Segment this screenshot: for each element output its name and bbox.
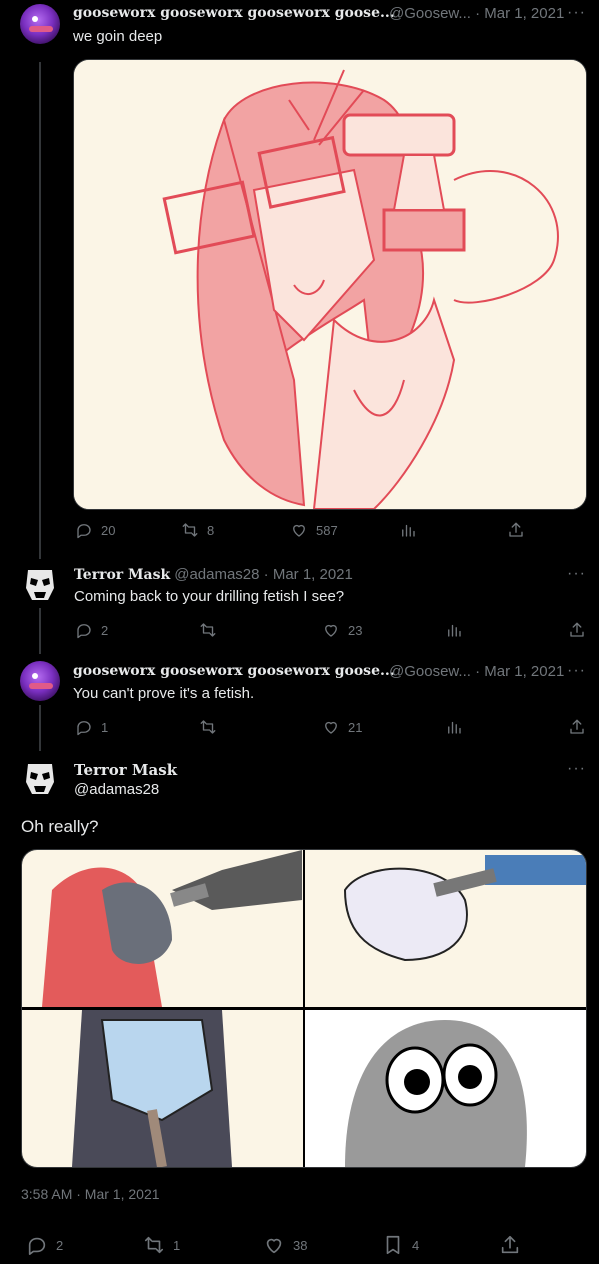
reply-button[interactable]: 20 [75,521,115,539]
share-icon [570,622,584,637]
tweet-meta: @Goosew... · Mar 1, 2021 [389,5,564,22]
avatar-mouth [29,683,53,689]
display-name[interactable]: gooseworx gooseworx gooseworx goose... [73,5,395,21]
like-icon [293,524,305,537]
drawing-red-hair [22,850,303,1007]
more-icon[interactable]: ··· [567,760,586,778]
timestamp[interactable]: 3:58 AM · Mar 1, 2021 [21,1186,160,1202]
display-name[interactable]: gooseworx gooseworx gooseworx goose... [73,663,395,679]
like-count: 587 [316,522,338,538]
reply-button[interactable]: 2 [26,1234,63,1256]
like-icon [325,721,337,734]
tweet-text: You can't prove it's a fetish. [73,685,255,702]
avatar[interactable] [20,564,60,604]
tweet-text: Coming back to your drilling fetish I se… [74,588,345,605]
grid-image-4[interactable] [305,1010,586,1167]
handle-date[interactable]: @Goosew... · Mar 1, 2021 [389,5,564,22]
grid-image-3[interactable] [22,1010,303,1167]
retweet-count: 1 [173,1237,181,1253]
reply-button[interactable]: 2 [75,621,108,639]
views-button[interactable] [445,718,463,736]
skull-mask-icon [26,570,54,600]
handle[interactable]: @adamas28 [74,781,159,798]
views-button[interactable] [399,521,417,539]
avatar[interactable] [20,661,60,701]
skull-mask-icon [26,764,54,794]
drawing-dark-hair [22,1010,303,1167]
retweet-button[interactable]: 8 [181,521,214,539]
share-button[interactable] [568,718,586,736]
more-icon[interactable]: ··· [567,662,586,680]
tweet-header: gooseworx gooseworx gooseworx goose... [73,5,395,21]
grid-image-2[interactable] [305,850,586,1007]
bookmark-icon [386,1235,400,1255]
more-icon[interactable]: ··· [567,565,586,583]
like-icon [266,1238,282,1254]
bookmark-button[interactable]: 4 [382,1234,419,1256]
like-count: 38 [293,1237,308,1253]
handle-date[interactable]: @adamas28 · Mar 1, 2021 [174,566,353,583]
like-button[interactable]: 587 [290,521,338,539]
reply-button[interactable]: 1 [75,718,108,736]
retweet-icon [182,523,198,537]
reply-count: 2 [101,622,109,638]
thread-line [39,62,41,559]
more-icon[interactable]: ··· [567,4,586,22]
reply-count: 20 [101,522,116,538]
avatar-mouth [29,26,53,32]
grid-image-1[interactable] [22,850,303,1007]
reply-count: 2 [56,1237,64,1253]
tweet-meta: @Goosew... · Mar 1, 2021 [389,663,564,680]
like-button[interactable]: 38 [263,1234,307,1256]
thread-line [39,705,41,751]
drawing-grayscale [305,1010,586,1167]
like-button[interactable]: 21 [322,718,362,736]
reply-icon [77,524,91,539]
avatar[interactable] [20,4,60,44]
drawing-woman-drill [74,60,586,509]
share-button[interactable] [568,621,586,639]
drawing-white-hair [305,850,586,1007]
share-icon [570,719,584,734]
like-button[interactable]: 23 [322,621,362,639]
share-icon [501,1235,519,1254]
tweet-header: Terror Mask @adamas28 · Mar 1, 2021 [74,566,353,583]
display-name[interactable]: Terror Mask [74,761,177,779]
share-button[interactable] [507,521,525,539]
retweet-icon [200,623,216,637]
reply-icon [77,624,91,639]
reply-count: 1 [101,719,109,735]
tweet-text: we goin deep [73,28,163,45]
retweet-icon [200,720,216,734]
retweet-icon [144,1236,164,1254]
retweet-button[interactable] [199,621,217,639]
like-count: 23 [348,622,363,638]
bookmark-count: 4 [412,1237,420,1253]
retweet-button[interactable]: 1 [143,1234,180,1256]
share-button[interactable] [499,1234,521,1256]
reply-icon [77,721,91,736]
share-icon [509,522,523,537]
tweet-image-grid [21,849,587,1168]
like-icon [325,624,337,637]
retweet-count: 8 [207,522,215,538]
avatar-eye [32,16,38,22]
tweet-text: Oh really? [21,817,99,836]
views-button[interactable] [445,621,463,639]
tweet-image[interactable] [73,59,587,510]
thread-line [39,608,41,654]
avatar-eye [32,673,38,679]
views-icon [448,721,461,734]
reply-icon [28,1237,46,1255]
avatar[interactable] [20,758,60,798]
views-icon [448,624,461,637]
views-icon [402,524,415,537]
display-name[interactable]: Terror Mask [74,567,170,583]
retweet-button[interactable] [199,718,217,736]
like-count: 21 [348,719,363,735]
tweet-header: gooseworx gooseworx gooseworx goose... [73,663,395,679]
handle-date[interactable]: @Goosew... · Mar 1, 2021 [389,663,564,680]
